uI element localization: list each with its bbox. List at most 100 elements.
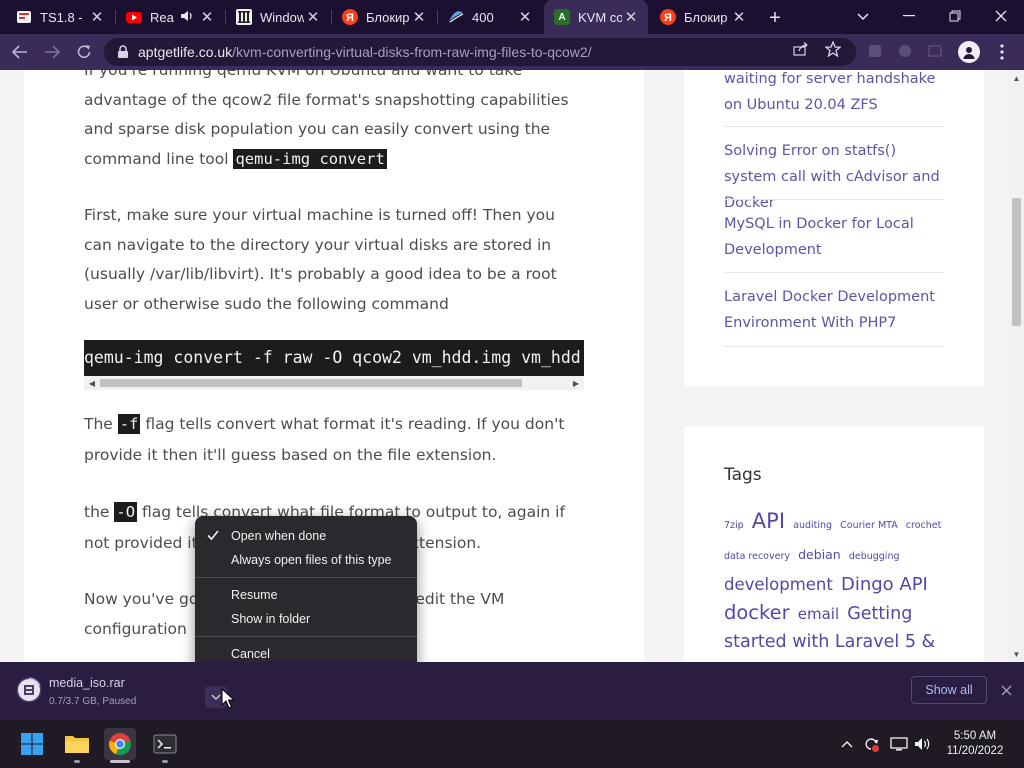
tab-search-chevron-icon[interactable] bbox=[852, 6, 874, 28]
terminal-icon[interactable] bbox=[149, 728, 181, 760]
tab-title: TS1.8 - bbox=[40, 9, 83, 25]
menu-item-resume[interactable]: Resume bbox=[195, 583, 417, 607]
display-icon[interactable] bbox=[890, 735, 908, 753]
scrollbar-thumb[interactable] bbox=[100, 379, 522, 387]
menu-item-show-in-folder[interactable]: Show in folder bbox=[195, 607, 417, 631]
clock-time: 5:50 AM bbox=[953, 730, 997, 742]
reload-icon[interactable] bbox=[72, 40, 96, 64]
tab-kvm-active[interactable]: A KVM co ✕ bbox=[544, 0, 648, 34]
chevron-up-icon[interactable] bbox=[838, 735, 856, 753]
tag-link[interactable]: docker bbox=[724, 601, 790, 624]
close-shelf-icon[interactable] bbox=[998, 682, 1014, 698]
scroll-down-arrow-icon[interactable]: ▼ bbox=[1012, 649, 1021, 659]
menu-item-label: Always open files of this type bbox=[231, 553, 392, 567]
lock-icon[interactable] bbox=[116, 45, 130, 59]
scrollbar-thumb[interactable] bbox=[1012, 198, 1021, 326]
extension-icon[interactable] bbox=[896, 42, 914, 60]
windows-start-icon[interactable] bbox=[16, 728, 48, 760]
volume-icon[interactable] bbox=[914, 735, 932, 753]
tab-title: Блокир bbox=[366, 9, 410, 25]
recent-post-link[interactable]: waiting for server handshake on Ubuntu 2… bbox=[724, 70, 944, 118]
checkmark-icon bbox=[205, 527, 221, 543]
inline-code: qemu-img convert bbox=[233, 148, 387, 169]
close-tab-icon[interactable]: ✕ bbox=[410, 8, 428, 26]
tab-youtube[interactable]: Rea ✕ bbox=[116, 4, 224, 30]
tab-yandex-1[interactable]: Я Блокир ✕ bbox=[332, 4, 436, 30]
bookmark-star-icon[interactable] bbox=[824, 40, 842, 58]
minimize-button[interactable] bbox=[886, 2, 932, 30]
recent-post-link[interactable]: Laravel Docker Development Environment W… bbox=[724, 284, 944, 336]
archive-file-icon bbox=[18, 679, 40, 701]
scroll-up-arrow-icon[interactable]: ▲ bbox=[1012, 73, 1021, 83]
close-tab-icon[interactable]: ✕ bbox=[730, 8, 748, 26]
close-tab-icon[interactable]: ✕ bbox=[516, 8, 534, 26]
speaker-icon[interactable] bbox=[180, 10, 194, 25]
download-item[interactable]: media_iso.rar 0.7/3.7 GB, Paused bbox=[10, 670, 232, 712]
page-vertical-scrollbar[interactable]: ▲ ▼ bbox=[1008, 70, 1024, 662]
chrome-icon[interactable] bbox=[104, 728, 136, 760]
tab-windows[interactable]: Window ✕ bbox=[226, 4, 330, 30]
tag-link[interactable]: data recovery bbox=[724, 551, 790, 562]
system-clock[interactable]: 5:50 AM 11/20/2022 bbox=[942, 729, 1008, 759]
tab-ts18[interactable]: TS1.8 - ✕ bbox=[6, 4, 114, 30]
menu-item-label: Show in folder bbox=[231, 612, 311, 626]
clock-date: 11/20/2022 bbox=[946, 745, 1004, 757]
tag-link[interactable]: Dingo API bbox=[841, 574, 928, 595]
file-explorer-icon[interactable] bbox=[61, 728, 93, 760]
divider bbox=[724, 199, 944, 200]
recent-post-link[interactable]: MySQL in Docker for Local Development bbox=[724, 211, 944, 263]
tab-title: Rea bbox=[150, 9, 174, 25]
yandex-icon: Я bbox=[660, 9, 676, 25]
inline-code: -O bbox=[114, 502, 138, 522]
divider bbox=[724, 126, 944, 127]
tag-link[interactable]: API bbox=[752, 509, 785, 533]
tab-400[interactable]: 400 ✕ bbox=[438, 4, 542, 30]
menu-item-label: Open when done bbox=[231, 529, 327, 543]
close-tab-icon[interactable]: ✕ bbox=[304, 8, 322, 26]
back-icon[interactable] bbox=[8, 40, 32, 64]
restore-button[interactable] bbox=[932, 2, 978, 30]
paragraph-text: the bbox=[84, 503, 115, 521]
new-tab-button[interactable]: + bbox=[763, 6, 787, 30]
sync-error-icon[interactable] bbox=[862, 735, 880, 753]
menu-item-open-when-done[interactable]: Open when done bbox=[195, 524, 417, 548]
tab-strip: TS1.8 - ✕ Rea ✕ Window ✕ Я Блокир ✕ 400 bbox=[0, 0, 1024, 34]
paragraph-text: flag tells convert what format it's read… bbox=[84, 415, 565, 464]
paragraph-f-flag: The -f flag tells convert what format it… bbox=[84, 409, 584, 471]
paragraph-intro: If you're running qemu KVM on Ubuntu and… bbox=[84, 70, 584, 174]
close-window-button[interactable] bbox=[978, 2, 1024, 30]
tag-link[interactable]: development bbox=[724, 575, 833, 594]
extension-icon[interactable] bbox=[866, 42, 884, 60]
scroll-right-arrow-icon[interactable]: ▶ bbox=[571, 378, 581, 388]
tag-link[interactable]: debian bbox=[798, 547, 841, 562]
close-tab-icon[interactable]: ✕ bbox=[88, 8, 106, 26]
tab-yandex-2[interactable]: Я Блокир ✕ bbox=[650, 4, 756, 30]
browser-menu-icon[interactable] bbox=[994, 42, 1010, 62]
close-tab-icon[interactable]: ✕ bbox=[622, 8, 640, 26]
paragraph-instructions: First, make sure your virtual machine is… bbox=[84, 206, 557, 313]
tag-link[interactable]: Courier MTA bbox=[840, 520, 898, 531]
share-icon[interactable] bbox=[792, 40, 810, 58]
profile-avatar-icon[interactable] bbox=[958, 41, 980, 63]
svg-text:Я: Я bbox=[346, 12, 354, 24]
running-indicator bbox=[74, 760, 80, 763]
tab-favicon: A bbox=[554, 9, 570, 25]
tag-link[interactable]: crochet bbox=[906, 520, 942, 531]
close-tab-icon[interactable]: ✕ bbox=[198, 8, 216, 26]
recent-post-link[interactable]: Solving Error on statfs() system call wi… bbox=[724, 138, 944, 216]
code-text: qemu-img convert -f raw -O qcow2 vm_hdd.… bbox=[84, 348, 584, 367]
download-file-name: media_iso.rar bbox=[49, 676, 125, 690]
forward-icon[interactable] bbox=[40, 40, 64, 64]
tag-link[interactable]: auditing bbox=[793, 520, 832, 531]
menu-item-always-open[interactable]: Always open files of this type bbox=[195, 548, 417, 572]
code-horizontal-scrollbar[interactable]: ◀ ▶ bbox=[84, 376, 584, 390]
tab-title: Блокир bbox=[684, 9, 728, 25]
tag-link[interactable]: email bbox=[798, 605, 839, 623]
tag-link[interactable]: debugging bbox=[849, 551, 900, 562]
address-bar[interactable]: aptgetlife.co.uk/kvm-converting-virtual-… bbox=[104, 38, 856, 66]
scroll-left-arrow-icon[interactable]: ◀ bbox=[87, 378, 97, 388]
side-panel-icon[interactable] bbox=[926, 42, 944, 60]
show-all-downloads-button[interactable]: Show all bbox=[911, 676, 987, 704]
tag-link[interactable]: 7zip bbox=[724, 520, 744, 531]
active-indicator bbox=[110, 760, 130, 763]
